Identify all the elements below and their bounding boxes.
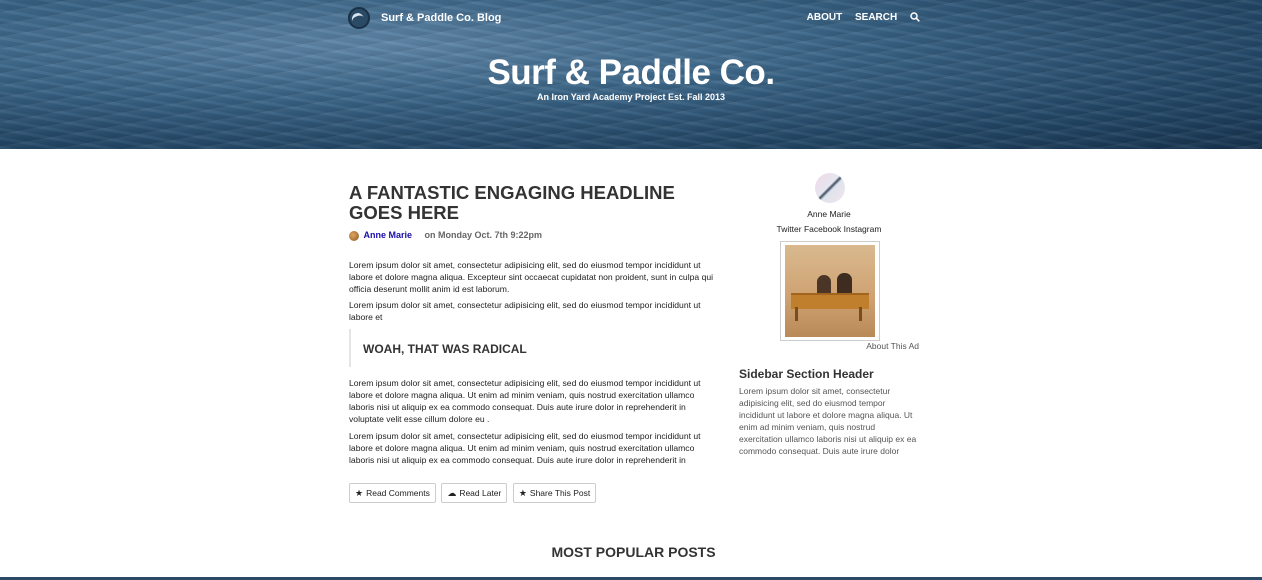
brand-link[interactable]: Surf & Paddle Co. Blog — [381, 12, 501, 24]
read-later-button[interactable]: ☁ Read Later — [441, 483, 508, 503]
star-icon: ★ — [518, 488, 527, 498]
ad-bench — [791, 293, 869, 309]
most-popular-heading: MOST POPULAR POSTS — [551, 544, 716, 560]
article-paragraph: Lorem ipsum dolor sit amet, consectetur … — [349, 300, 701, 322]
wave-logo-icon[interactable] — [348, 7, 370, 29]
star-icon: ★ — [355, 488, 364, 498]
top-nav: Surf & Paddle Co. Blog ABOUT SEARCH — [348, 7, 920, 29]
article-headline: A FANTASTIC ENGAGING HEADLINE GOES HERE — [349, 182, 675, 223]
nav-link-search[interactable]: SEARCH — [855, 12, 897, 23]
ad-image-frame[interactable] — [780, 241, 880, 341]
profile-social-links[interactable]: Twitter Facebook Instagram — [739, 224, 919, 234]
pull-quote-text: WOAH, THAT WAS RADICAL — [363, 342, 527, 356]
profile-avatar — [815, 173, 845, 203]
hero-subtitle: An Iron Yard Academy Project Est. Fall 2… — [536, 92, 726, 102]
read-comments-button[interactable]: ★ Read Comments — [349, 483, 436, 503]
article-actions: ★ Read Comments ☁ Read Later ★ Share This P… — [349, 483, 597, 503]
article-paragraph: Lorem ipsum dolor sit amet, consectetur … — [349, 260, 714, 294]
author-avatar — [349, 230, 359, 241]
ad-bench-leg — [859, 307, 862, 321]
share-post-button[interactable]: ★ Share This Post — [512, 483, 597, 503]
article-paragraph: Lorem ipsum dolor sit amet, consectetur … — [349, 431, 701, 465]
search-icon[interactable] — [910, 12, 920, 22]
ad-bench-leg — [795, 307, 798, 321]
about-ad-link[interactable]: About This Ad — [866, 341, 919, 351]
article-meta: Anne Marie on Monday Oct. 7th 9:22pm — [349, 229, 719, 241]
profile-name: Anne Marie — [807, 209, 851, 219]
pull-quote: WOAH, THAT WAS RADICAL — [349, 329, 716, 367]
sidebar-section-header: Sidebar Section Header — [739, 367, 874, 381]
sidebar-section-text: Lorem ipsum dolor sit amet, consectetur … — [739, 386, 917, 456]
hero-title: Surf & Paddle Co. — [487, 53, 775, 92]
ad-image — [785, 245, 875, 337]
nav-links: ABOUT SEARCH — [797, 12, 920, 23]
download-cloud-icon: ☁ — [447, 488, 457, 498]
author-link[interactable]: Anne Marie — [364, 230, 413, 240]
article-paragraph: Lorem ipsum dolor sit amet, consectetur … — [349, 378, 701, 424]
article: A FANTASTIC ENGAGING HEADLINE GOES HERE … — [349, 182, 719, 503]
post-date: on Monday Oct. 7th 9:22pm — [424, 230, 543, 240]
nav-link-about[interactable]: ABOUT — [807, 12, 843, 23]
